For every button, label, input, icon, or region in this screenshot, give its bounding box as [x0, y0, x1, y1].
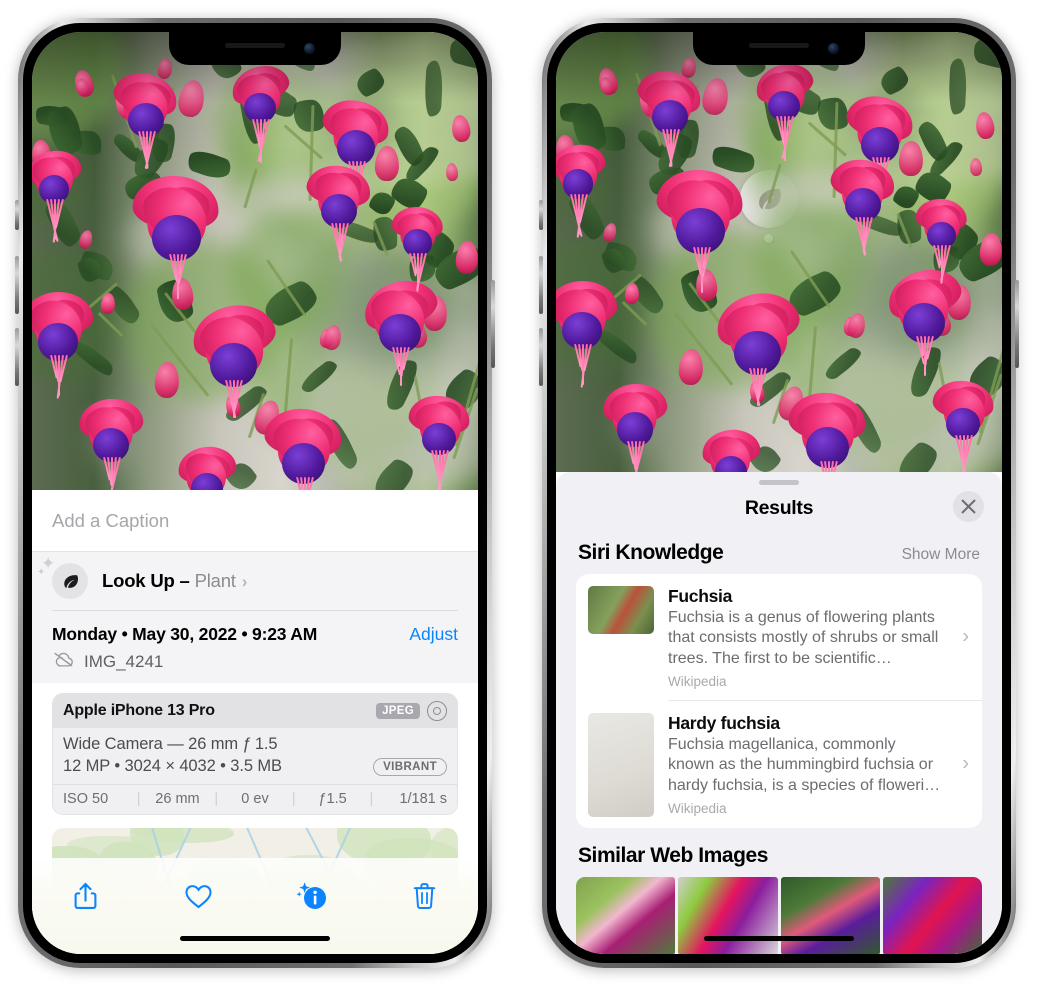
power-button[interactable]	[1015, 280, 1019, 368]
result-description: Fuchsia is a genus of flowering plants t…	[668, 609, 939, 667]
photo-view[interactable]	[556, 32, 1002, 472]
exif-ev: 0 ev	[241, 791, 269, 807]
exif-aperture: ƒ1.5	[318, 791, 347, 807]
similar-web-images-header: Similar Web Images	[556, 828, 1002, 875]
web-image-thumbnail[interactable]	[576, 876, 676, 954]
iphone-right-body: Results Siri Knowledge Show More Fuchsia…	[547, 23, 1011, 963]
volume-down-button[interactable]	[15, 328, 19, 386]
similar-web-images-strip	[556, 876, 1002, 954]
front-camera-icon	[304, 43, 315, 54]
delete-button[interactable]	[398, 874, 452, 918]
caption-placeholder: Add a Caption	[52, 509, 170, 531]
result-source: Wikipedia	[668, 673, 727, 689]
info-button[interactable]	[285, 874, 339, 918]
file-name: IMG_4241	[84, 652, 164, 671]
cloud-slash-icon	[52, 651, 75, 673]
page-title: Results	[744, 496, 814, 519]
section-title: Similar Web Images	[578, 843, 768, 867]
camera-card-header: Apple iPhone 13 Pro JPEG	[53, 694, 457, 728]
photo-detail	[601, 221, 620, 243]
result-title: Hardy fuchsia	[668, 712, 780, 733]
chevron-right-icon: ›	[962, 752, 969, 775]
image-size: 12 MP • 3024 × 4032 • 3.5 MB	[63, 757, 282, 775]
lens-description: Wide Camera — 26 mm ƒ 1.5	[63, 735, 278, 753]
leaf-icon: ✦ ✦	[37, 554, 88, 599]
close-button[interactable]	[953, 491, 984, 522]
photo-detail	[827, 461, 830, 472]
web-image-thumbnail[interactable]	[780, 876, 880, 954]
front-camera-icon	[828, 43, 839, 54]
earpiece-speaker	[225, 43, 285, 48]
sparkle-small-icon: ✦	[37, 567, 46, 578]
look-up-block: ✦ ✦ Look Up – Plant ›	[32, 552, 478, 611]
look-up-label: Look Up – Plant ›	[102, 570, 247, 592]
aperture-icon	[427, 701, 447, 721]
photo-metadata: Monday • May 30, 2022 • 9:23 AM Adjust I…	[32, 611, 478, 683]
list-item[interactable]: Hardy fuchsia Fuchsia magellanica, commo…	[576, 701, 982, 828]
exif-shutter: 1/181 s	[399, 791, 448, 807]
iphone-left-body: Add a Caption ✦ ✦ Look Up – Plant › Mond…	[23, 23, 487, 963]
volume-up-button[interactable]	[539, 256, 543, 314]
web-image-thumbnail[interactable]	[882, 876, 982, 954]
earpiece-speaker	[749, 43, 809, 48]
mute-switch[interactable]	[539, 200, 543, 230]
result-thumbnail	[588, 712, 654, 817]
photo-view[interactable]	[32, 32, 478, 490]
show-more-button[interactable]: Show More	[902, 546, 980, 564]
photo-detail	[294, 100, 325, 133]
camera-model: Apple iPhone 13 Pro	[63, 702, 215, 719]
caption-field[interactable]: Add a Caption	[32, 490, 478, 552]
share-button[interactable]	[58, 874, 112, 918]
capture-date: Monday • May 30, 2022 • 9:23 AM	[52, 624, 318, 644]
exif-iso: ISO 50	[63, 791, 109, 807]
chevron-right-icon: ›	[241, 572, 248, 591]
photo-detail	[77, 229, 96, 251]
notch	[169, 32, 341, 65]
look-up-row[interactable]: ✦ ✦ Look Up – Plant ›	[37, 552, 458, 610]
exif-focal: 26 mm	[155, 791, 200, 807]
exif-row: ISO 50 | 26 mm | 0 ev | ƒ1.5 | 1/181 s	[53, 784, 457, 814]
iphone-left: Add a Caption ✦ ✦ Look Up – Plant › Mond…	[15, 18, 495, 968]
result-thumbnail	[588, 586, 654, 634]
iphone-left-screen: Add a Caption ✦ ✦ Look Up – Plant › Mond…	[32, 32, 478, 954]
iphone-right: Results Siri Knowledge Show More Fuchsia…	[539, 18, 1019, 968]
format-badge: JPEG	[376, 703, 420, 719]
photo-detail	[374, 145, 400, 182]
iphone-right-screen: Results Siri Knowledge Show More Fuchsia…	[556, 32, 1002, 954]
power-button[interactable]	[491, 280, 495, 368]
photo-detail	[303, 477, 306, 490]
home-indicator[interactable]	[704, 936, 854, 941]
look-up-title: Look Up –	[102, 570, 190, 591]
volume-up-button[interactable]	[15, 256, 19, 314]
photo-detail	[898, 141, 924, 178]
camera-info-card[interactable]: Apple iPhone 13 Pro JPEG Wide Camera — 2…	[52, 693, 458, 815]
chevron-right-icon: ›	[962, 625, 969, 648]
list-item[interactable]: Fuchsia Fuchsia is a genus of flowering …	[576, 574, 982, 700]
siri-knowledge-header: Siri Knowledge Show More	[556, 531, 1002, 574]
web-image-thumbnail[interactable]	[678, 876, 778, 954]
photo-detail	[979, 232, 1002, 267]
favorite-button[interactable]	[171, 874, 225, 918]
volume-down-button[interactable]	[539, 328, 543, 386]
screenshot-stage: Add a Caption ✦ ✦ Look Up – Plant › Mond…	[0, 0, 1055, 985]
section-title: Siri Knowledge	[578, 541, 724, 564]
camera-card-body: Wide Camera — 26 mm ƒ 1.5 12 MP • 3024 ×…	[53, 728, 457, 784]
mute-switch[interactable]	[15, 200, 19, 230]
notch	[693, 32, 865, 65]
profile-badge: VIBRANT	[373, 757, 447, 776]
adjust-button[interactable]: Adjust	[409, 624, 458, 645]
results-header: Results	[556, 485, 1002, 531]
result-description: Fuchsia magellanica, commonly known as t…	[668, 735, 941, 794]
photo-detail	[455, 240, 478, 275]
result-source: Wikipedia	[668, 800, 727, 816]
home-indicator[interactable]	[180, 936, 330, 941]
result-title: Fuchsia	[668, 586, 733, 606]
siri-knowledge-card: Fuchsia Fuchsia is a genus of flowering …	[576, 574, 982, 828]
look-up-subject: Plant	[194, 570, 236, 591]
photo-detail	[818, 97, 849, 130]
visual-lookup-results-sheet: Results Siri Knowledge Show More Fuchsia…	[556, 472, 1002, 954]
